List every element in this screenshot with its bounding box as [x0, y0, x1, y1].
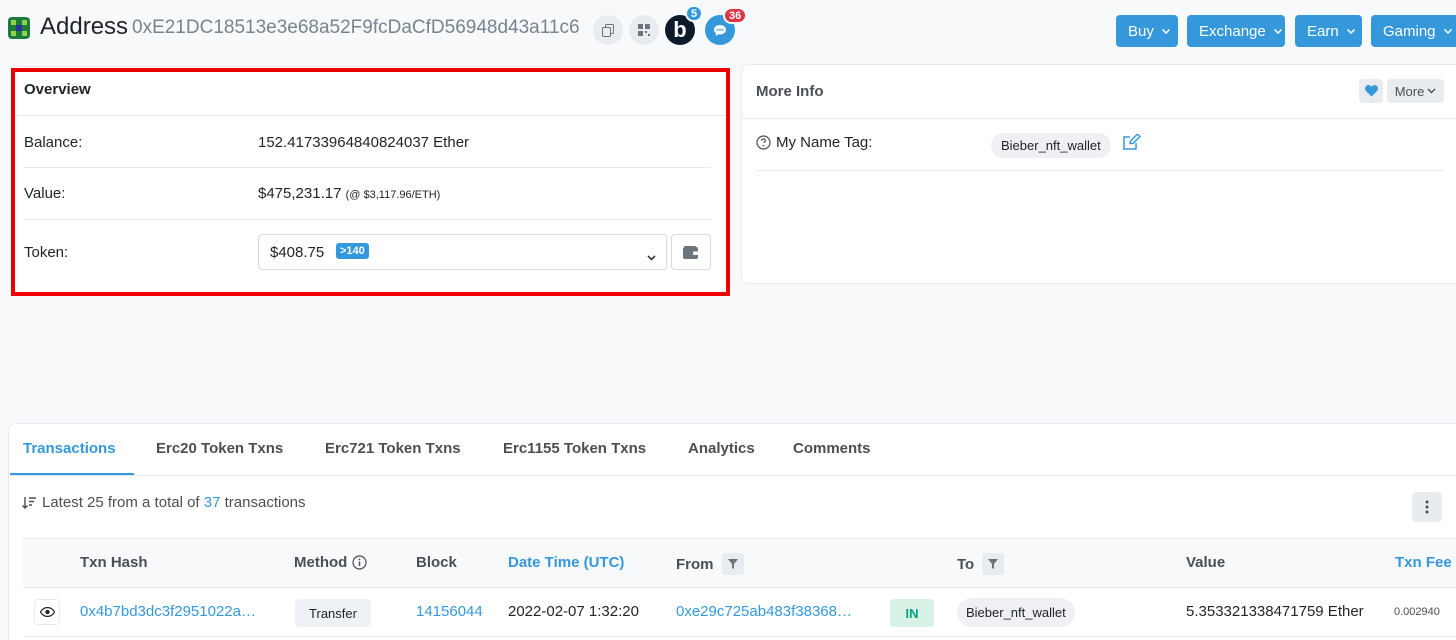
- balance-label: Balance:: [24, 134, 83, 151]
- column-method: Method: [294, 554, 367, 571]
- chevron-down-icon: [1273, 28, 1282, 34]
- sort-icon: [22, 496, 36, 509]
- divider: [13, 115, 727, 116]
- divider: [9, 475, 1456, 476]
- wallet-icon: [683, 245, 699, 259]
- more-info-card: More Info More My Name Tag: Bieber_nft_w…: [741, 64, 1456, 284]
- exchange-menu-button[interactable]: Exchange: [1187, 15, 1285, 47]
- divider: [24, 167, 711, 168]
- copy-address-button[interactable]: [593, 15, 623, 45]
- token-label: Token:: [24, 244, 69, 261]
- txn-fee: 0.002940: [1394, 606, 1440, 618]
- gaming-label: Gaming: [1383, 22, 1436, 40]
- column-method-label: Method: [294, 554, 348, 571]
- chat-icon: [714, 24, 726, 36]
- view-txn-details-button[interactable]: [34, 599, 60, 625]
- copy-icon: [602, 23, 614, 37]
- from-filter-button[interactable]: [721, 553, 744, 575]
- tab-transactions[interactable]: Transactions: [23, 440, 116, 457]
- value-usd: $475,231.17: [258, 185, 342, 202]
- overview-card: Overview Balance: 152.41733964840824037 …: [12, 66, 728, 296]
- chevron-down-icon: [1443, 28, 1452, 34]
- page-header: Address 0xE21DC18513e3e68a52F9fcDaCfD569…: [0, 0, 1456, 62]
- more-label: More: [1394, 83, 1425, 99]
- edit-icon[interactable]: [1123, 134, 1141, 151]
- tab-analytics[interactable]: Analytics: [688, 440, 755, 457]
- total-transactions-link[interactable]: 37: [204, 494, 221, 511]
- more-dropdown-button[interactable]: More: [1387, 79, 1444, 103]
- transactions-summary: Latest 25 from a total of 37 transaction…: [22, 494, 306, 511]
- column-block: Block: [416, 554, 457, 571]
- exchange-label: Exchange: [1199, 22, 1266, 40]
- table-options-button[interactable]: [1412, 492, 1442, 522]
- chevron-down-icon: [647, 248, 656, 266]
- chevron-down-icon: [1161, 28, 1170, 34]
- from-address-link[interactable]: 0xe29c725ab483f38368…: [676, 603, 852, 620]
- more-info-heading: More Info: [756, 83, 824, 100]
- transactions-card: Transactions Erc20 Token Txns Erc721 Tok…: [8, 423, 1456, 640]
- name-tag-label: My Name Tag:: [776, 134, 873, 151]
- chevron-down-icon: [1346, 28, 1355, 34]
- column-from: From: [676, 553, 744, 575]
- token-holdings-dropdown[interactable]: $408.75 >140: [258, 234, 667, 270]
- column-txn-fee[interactable]: Txn Fee: [1395, 554, 1452, 571]
- txn-value: 5.353321338471759 Ether: [1186, 603, 1364, 620]
- to-filter-button[interactable]: [982, 553, 1005, 575]
- info-icon[interactable]: [352, 555, 367, 570]
- column-to-label: To: [957, 555, 975, 573]
- earn-menu-button[interactable]: Earn: [1295, 15, 1362, 47]
- tab-erc20-token-txns[interactable]: Erc20 Token Txns: [156, 440, 283, 457]
- chevron-down-icon: [1427, 88, 1436, 94]
- eth-price-rate: (@ $3,117.96/ETH): [345, 189, 441, 201]
- gaming-menu-button[interactable]: Gaming: [1371, 15, 1456, 47]
- earn-label: Earn: [1307, 22, 1339, 40]
- column-date-time[interactable]: Date Time (UTC): [508, 554, 624, 571]
- column-from-label: From: [676, 555, 714, 573]
- overview-heading: Overview: [24, 81, 91, 98]
- summary-prefix: Latest 25 from a total of: [42, 494, 200, 511]
- txn-hash-link[interactable]: 0x4b7bd3dc3f2951022a…: [80, 603, 256, 620]
- tab-comments[interactable]: Comments: [793, 440, 871, 457]
- balance-value: 152.41733964840824037 Ether: [258, 134, 470, 151]
- column-value: Value: [1186, 554, 1226, 571]
- divider: [742, 118, 1456, 119]
- divider: [24, 219, 711, 220]
- value-amount: $475,231.17 (@ $3,117.96/ETH): [258, 185, 440, 202]
- buy-label: Buy: [1128, 22, 1154, 40]
- help-icon: [756, 135, 771, 150]
- buy-menu-button[interactable]: Buy: [1116, 15, 1178, 47]
- method-badge: Transfer: [295, 599, 371, 627]
- token-total-value: $408.75: [270, 244, 325, 261]
- tab-erc721-token-txns[interactable]: Erc721 Token Txns: [325, 440, 461, 457]
- qr-code-icon: [638, 24, 650, 36]
- divider: [756, 170, 1443, 171]
- favorite-button[interactable]: [1359, 79, 1383, 103]
- chat-count-badge: 36: [723, 7, 748, 24]
- heart-icon: [1364, 85, 1378, 97]
- filter-icon: [727, 559, 738, 569]
- filter-icon: [988, 559, 999, 569]
- to-address-chip[interactable]: Bieber_nft_wallet: [957, 598, 1075, 627]
- txn-date-time: 2022-02-07 1:32:20: [508, 603, 639, 620]
- value-label: Value:: [24, 185, 66, 202]
- page-title: Address: [40, 13, 129, 40]
- blockscan-count-badge: 5: [685, 5, 704, 22]
- eye-icon: [39, 607, 55, 617]
- block-link[interactable]: 14156044: [416, 603, 483, 620]
- token-wallet-button[interactable]: [671, 234, 711, 270]
- blockscan-logo: b: [673, 17, 687, 42]
- divider: [23, 636, 1456, 637]
- address-identicon: [8, 17, 30, 39]
- tab-erc1155-token-txns[interactable]: Erc1155 Token Txns: [503, 440, 646, 457]
- summary-suffix: transactions: [224, 494, 306, 511]
- column-txn-hash: Txn Hash: [80, 554, 148, 571]
- more-vertical-icon: [1425, 500, 1429, 514]
- qr-code-button[interactable]: [629, 15, 659, 45]
- name-tag-chip: Bieber_nft_wallet: [991, 133, 1111, 158]
- column-to: To: [957, 553, 1005, 575]
- direction-badge: IN: [890, 599, 934, 627]
- token-count-badge: >140: [336, 243, 369, 259]
- address-hash: 0xE21DC18513e3e68a52F9fcDaCfD56948d43a11…: [132, 17, 580, 38]
